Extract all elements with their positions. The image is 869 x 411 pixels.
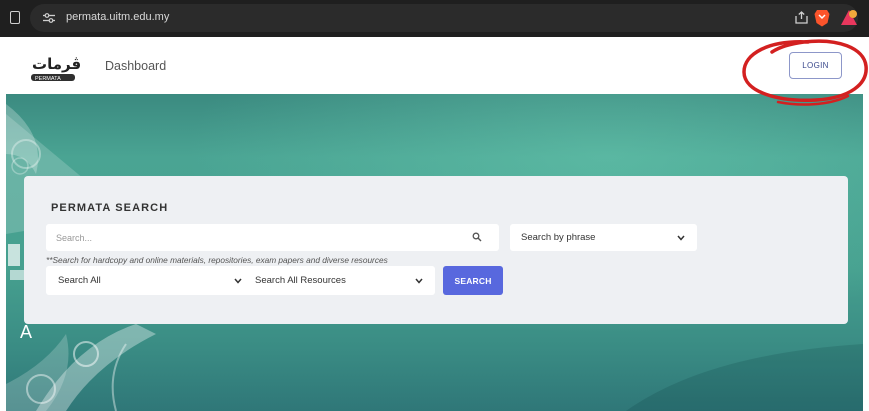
permata-logo[interactable]: ڤرمات PERMATA (28, 52, 80, 84)
search-input[interactable]: Search... (46, 224, 499, 251)
search-button[interactable]: SEARCH (443, 266, 503, 295)
chevron-down-icon (677, 224, 685, 251)
scope-select[interactable]: Search All (46, 266, 254, 295)
hero-banner: A PERMATA SEARCH Search... Search by phr… (6, 94, 863, 411)
brave-rewards-icon[interactable] (840, 9, 858, 27)
scope-select-value: Search All (58, 275, 101, 286)
browser-toolbar: permata.uitm.edu.my (0, 0, 869, 37)
search-card: PERMATA SEARCH Search... Search by phras… (24, 176, 848, 324)
svg-text:ڤرمات: ڤرمات (32, 55, 80, 73)
phrase-select-value: Search by phrase (521, 232, 596, 243)
search-note: **Search for hardcopy and online materia… (46, 255, 388, 265)
brave-shield-icon[interactable] (814, 9, 830, 27)
hero-side-letter: A (20, 322, 33, 342)
share-icon[interactable] (795, 11, 808, 24)
chevron-down-icon (234, 266, 242, 295)
search-title: PERMATA SEARCH (51, 202, 169, 214)
svg-text:PERMATA: PERMATA (35, 76, 61, 82)
dashboard-link[interactable]: Dashboard (105, 59, 166, 73)
site-settings-icon[interactable] (43, 13, 55, 23)
login-button[interactable]: LOGIN (789, 52, 842, 79)
resource-select[interactable]: Search All Resources (243, 266, 435, 295)
phrase-select[interactable]: Search by phrase (510, 224, 697, 251)
chevron-down-icon (415, 266, 423, 295)
bookmark-icon[interactable] (10, 11, 20, 24)
url-text[interactable]: permata.uitm.edu.my (66, 11, 169, 23)
search-icon[interactable] (472, 232, 482, 242)
resource-select-value: Search All Resources (255, 275, 346, 286)
